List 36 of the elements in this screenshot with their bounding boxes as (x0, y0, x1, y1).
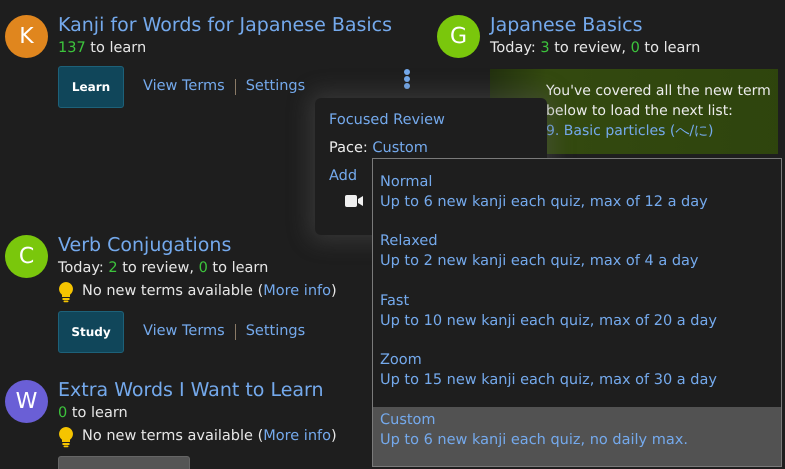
deck-stats: 0 to learn (58, 404, 129, 423)
lightbulb-icon (58, 426, 74, 448)
deck-title[interactable]: Verb Conjugations (58, 232, 337, 258)
pace-option[interactable]: Zoom Up to 15 new kanji each quiz, max of 30 a day (373, 347, 781, 407)
more-options-icon[interactable] (403, 69, 411, 89)
deck-title[interactable]: Kanji for Words for Japanese Basics (58, 12, 392, 38)
notice-text: below to load the next list: (546, 102, 734, 121)
deck-action-button[interactable]: Study (58, 311, 124, 353)
more-info-link[interactable]: More info (263, 428, 331, 444)
deck-avatar: G (437, 15, 480, 58)
notice-text: You've covered all the new term (546, 82, 772, 101)
deck-action-button[interactable]: Learn (58, 66, 124, 108)
pace-option[interactable]: Normal Up to 6 new kanji each quiz, max of 12 a day (373, 169, 781, 228)
view-terms-link[interactable]: View Terms (143, 321, 225, 343)
pace-label: Pace: (329, 140, 369, 156)
deck-stats: 137 to learn (58, 39, 148, 58)
deck-avatar: W (5, 380, 48, 423)
deck-avatar: C (5, 235, 48, 278)
settings-link[interactable]: Settings (246, 76, 306, 98)
deck-stats: Today: 2 to review, 0 to learn (58, 259, 270, 278)
video-camera-icon (345, 195, 363, 207)
settings-link[interactable]: Settings (246, 321, 306, 343)
deck-title[interactable]: Japanese Basics (490, 12, 778, 38)
deck-avatar: K (5, 15, 48, 58)
more-info-link[interactable]: More info (263, 283, 331, 300)
deck-stats: Today: 3 to review, 0 to learn (490, 39, 702, 58)
view-terms-link[interactable]: View Terms (143, 76, 225, 98)
pace-option[interactable]: Relaxed Up to 2 new kanji each quiz, max of 4 a day (373, 228, 781, 288)
pace-option[interactable]: Fast Up to 10 new kanji each quiz, max of 20 a day (373, 288, 781, 348)
deck-title[interactable]: Extra Words I Want to Learn (58, 377, 337, 403)
pace-value-link[interactable]: Custom (372, 140, 428, 156)
tip-text: No new terms available (More info) (82, 427, 337, 446)
menu-item[interactable]: Focused Review (329, 111, 547, 129)
tip-text: No new terms available (More info) (82, 282, 337, 302)
lightbulb-icon (58, 281, 74, 303)
next-list-link[interactable]: 9. Basic particles (へ/に) (546, 123, 714, 139)
